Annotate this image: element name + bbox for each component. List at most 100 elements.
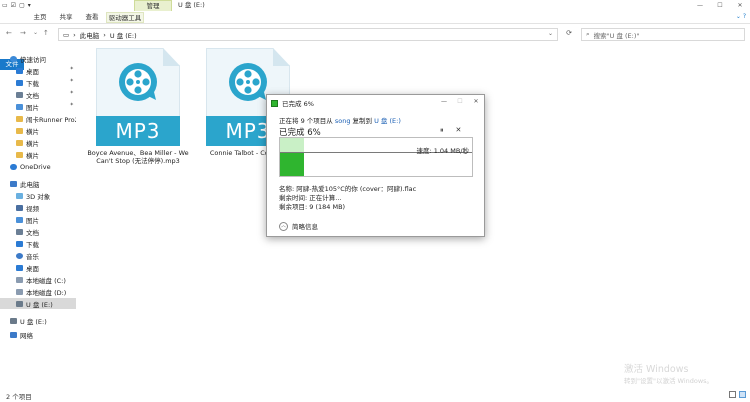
activation-watermark: 激活 Windows bbox=[624, 364, 689, 375]
dialog-title-bar: 已完成 6% bbox=[271, 98, 314, 108]
hard-drive-icon bbox=[16, 276, 23, 283]
properties-icon[interactable]: ☑ bbox=[11, 1, 16, 10]
close-button[interactable]: ✕ bbox=[730, 0, 750, 11]
download-icon bbox=[16, 79, 23, 86]
pause-button[interactable]: ⏸ bbox=[440, 126, 444, 135]
sidebar-item-downloads[interactable]: 下载 ✦ bbox=[0, 77, 76, 88]
items-remaining-line: 剩余项目: 9 (184 MB) bbox=[279, 203, 346, 211]
transfer-controls: ⏸ ✕ bbox=[440, 126, 461, 135]
drive-icon: ▭ bbox=[63, 30, 70, 39]
sidebar-item-folder[interactable]: 闹卡Runner Pro2备 bbox=[0, 113, 76, 124]
pin-icon[interactable]: ✦ bbox=[69, 78, 74, 84]
breadcrumb-this-pc[interactable]: 此电脑 bbox=[80, 30, 100, 40]
sidebar-item-pictures[interactable]: 图片 bbox=[0, 214, 76, 225]
folder-icon bbox=[16, 115, 23, 122]
large-icons-view-icon[interactable] bbox=[739, 391, 746, 398]
less-details-toggle[interactable]: ︿ 简略信息 bbox=[279, 221, 318, 231]
speed-bar bbox=[280, 153, 304, 176]
sidebar-item-videos[interactable]: 视频 bbox=[0, 202, 76, 213]
mp3-file-icon: MP3 bbox=[96, 48, 180, 146]
tab-manage[interactable]: 管理 bbox=[134, 0, 172, 11]
sidebar-item-usb-drive[interactable]: U 盘 (E:) bbox=[0, 315, 76, 326]
chevron-right-icon: › bbox=[73, 30, 76, 39]
chevron-down-icon[interactable]: ▾ bbox=[28, 1, 31, 10]
tab-home[interactable]: 主页 bbox=[28, 12, 52, 23]
sidebar-item-desktop[interactable]: 桌面 ✦ bbox=[0, 65, 76, 76]
search-input[interactable]: ⌕ 搜索"U 盘 (E:)" bbox=[581, 28, 745, 41]
picture-icon bbox=[16, 216, 23, 223]
file-item[interactable]: MP3 Boyce Avenue、Bea Miller - We Can't S… bbox=[86, 48, 190, 165]
pin-icon[interactable]: ✦ bbox=[69, 66, 74, 72]
sidebar-item-pictures[interactable]: 图片 ✦ bbox=[0, 101, 76, 112]
copy-progress-dialog: 已完成 6% — ☐ ✕ 正在将 9 个项目从 song 复制到 U 盘 (E:… bbox=[266, 94, 485, 237]
address-bar[interactable]: ▭ › 此电脑 › U 盘 (E:) ⌄ bbox=[58, 28, 558, 41]
cancel-button[interactable]: ✕ bbox=[456, 126, 462, 135]
folder-icon bbox=[16, 139, 23, 146]
minimize-button[interactable]: — bbox=[690, 0, 710, 11]
video-icon bbox=[16, 204, 23, 211]
film-reel-icon bbox=[229, 63, 267, 101]
cloud-icon bbox=[10, 163, 17, 170]
dialog-window-controls: — ☐ ✕ bbox=[436, 95, 484, 108]
copy-description: 正在将 9 个项目从 song 复制到 U 盘 (E:) bbox=[279, 117, 401, 125]
sidebar-item-folder[interactable]: 横片 bbox=[0, 125, 76, 136]
sidebar-item-desktop[interactable]: 桌面 bbox=[0, 262, 76, 273]
sidebar-item-quick-access[interactable]: 快速访问 bbox=[0, 53, 76, 64]
file-type-badge: MP3 bbox=[96, 116, 180, 146]
usb-drive-icon bbox=[16, 300, 23, 307]
sidebar-item-music[interactable]: 音乐 bbox=[0, 250, 76, 261]
chevron-down-icon[interactable]: ⌄ bbox=[548, 30, 553, 37]
transfer-speed-graph: 速度: 1.04 MB/秒 bbox=[279, 137, 473, 177]
window-title: U 盘 (E:) bbox=[178, 1, 205, 9]
details-view-icon[interactable] bbox=[729, 391, 736, 398]
speed-readout: 速度: 1.04 MB/秒 bbox=[416, 147, 469, 155]
title-bar: ▭ ☑ ▢ ▾ 管理 U 盘 (E:) — ☐ ✕ bbox=[0, 0, 750, 11]
search-icon: ⌕ bbox=[586, 30, 590, 38]
breadcrumb-drive[interactable]: U 盘 (E:) bbox=[110, 30, 137, 40]
maximize-button[interactable]: ☐ bbox=[710, 0, 730, 11]
chevron-right-icon: › bbox=[103, 30, 106, 39]
navigation-pane: 快速访问 桌面✦ 下载✦ 文档✦ 图片✦ 闹卡Runner Pro2备 横片 横… bbox=[0, 48, 78, 388]
sidebar-item-local-disk-c[interactable]: 本地磁盘 (C:) bbox=[0, 274, 76, 285]
sidebar-item-onedrive[interactable]: OneDrive bbox=[0, 161, 76, 172]
quick-access-toolbar: ▭ ☑ ▢ ▾ bbox=[2, 1, 31, 10]
dialog-close-button[interactable]: ✕ bbox=[468, 95, 484, 108]
window-controls: — ☐ ✕ bbox=[690, 0, 750, 11]
pin-icon[interactable]: ✦ bbox=[69, 90, 74, 96]
desktop-icon bbox=[16, 67, 23, 74]
pin-icon[interactable]: ✦ bbox=[69, 102, 74, 108]
recent-locations-icon[interactable]: ⌄ bbox=[33, 29, 38, 36]
back-arrow-icon[interactable]: ← bbox=[6, 29, 12, 37]
new-folder-icon[interactable]: ▢ bbox=[19, 1, 25, 10]
sidebar-item-this-pc[interactable]: 此电脑 bbox=[0, 178, 76, 189]
destination-link[interactable]: U 盘 (E:) bbox=[374, 117, 401, 125]
tab-share[interactable]: 共享 bbox=[54, 12, 78, 23]
refresh-icon[interactable]: ⟳ bbox=[563, 29, 575, 41]
sidebar-item-folder[interactable]: 横片 bbox=[0, 137, 76, 148]
up-arrow-icon[interactable]: ↑ bbox=[43, 29, 49, 37]
sidebar-item-usb-drive[interactable]: U 盘 (E:) bbox=[0, 298, 76, 309]
less-details-label: 简略信息 bbox=[292, 223, 318, 231]
sidebar-item-3d-objects[interactable]: 3D 对象 bbox=[0, 190, 76, 201]
tab-drive-tools[interactable]: 驱动器工具 bbox=[106, 12, 144, 23]
dialog-minimize-button[interactable]: — bbox=[436, 95, 452, 108]
tab-view[interactable]: 查看 bbox=[80, 12, 104, 23]
sidebar-item-documents[interactable]: 文档 bbox=[0, 226, 76, 237]
dialog-maximize-button[interactable]: ☐ bbox=[452, 95, 468, 108]
address-row: ← → ⌄ ↑ ▭ › 此电脑 › U 盘 (E:) ⌄ ⟳ ⌕ 搜索"U 盘 … bbox=[0, 24, 750, 44]
sidebar-item-downloads[interactable]: 下载 bbox=[0, 238, 76, 249]
search-placeholder: 搜索"U 盘 (E:)" bbox=[593, 31, 640, 40]
sidebar-item-network[interactable]: 网络 bbox=[0, 329, 76, 340]
source-folder-link[interactable]: song bbox=[335, 117, 351, 125]
hard-drive-icon bbox=[16, 288, 23, 295]
sidebar-item-local-disk-d[interactable]: 本地磁盘 (D:) bbox=[0, 286, 76, 297]
sidebar-item-folder[interactable]: 横片 bbox=[0, 149, 76, 160]
desktop-icon bbox=[16, 264, 23, 271]
sidebar-item-documents[interactable]: 文档 ✦ bbox=[0, 89, 76, 100]
folder-icon bbox=[16, 151, 23, 158]
help-icon[interactable]: ? bbox=[743, 13, 746, 20]
film-reel-icon bbox=[119, 63, 157, 101]
forward-arrow-icon[interactable]: → bbox=[20, 29, 26, 37]
activation-watermark-hint: 转到"设置"以激活 Windows。 bbox=[624, 377, 714, 385]
expand-ribbon-icon[interactable]: ⌄ bbox=[736, 13, 741, 20]
